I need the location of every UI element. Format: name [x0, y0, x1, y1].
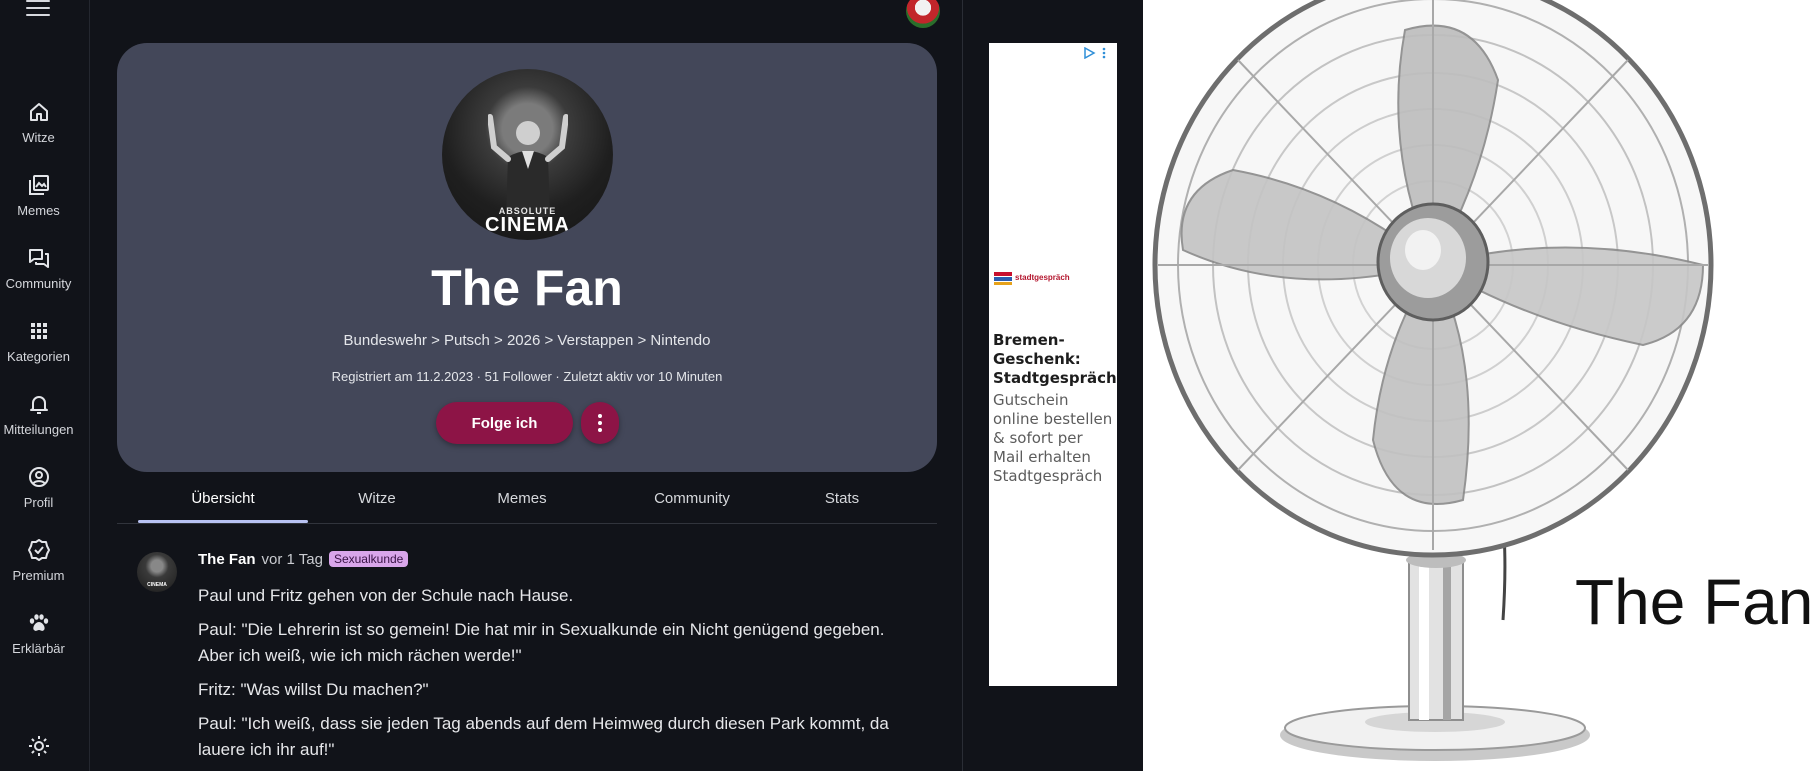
sidebar: Witze Memes Community Kategorien Mitteil…: [0, 0, 90, 771]
sidebar-item-label: Community: [5, 276, 72, 291]
profile-icon: [28, 467, 49, 487]
more-vert-icon: [598, 428, 602, 432]
profile-tabs: Übersicht Witze Memes Community Stats: [117, 478, 937, 524]
desk-fan-illustration: [1152, 0, 1714, 761]
follow-button[interactable]: Folge ich: [436, 402, 573, 444]
tab-uebersicht[interactable]: Übersicht: [138, 490, 308, 507]
sidebar-item-label: Premium: [12, 568, 65, 583]
sidebar-item-label: Memes: [17, 203, 60, 218]
fan-caption: The Fan: [1575, 566, 1814, 638]
tab-community[interactable]: Community: [622, 490, 762, 507]
column-divider: [962, 0, 963, 771]
profile-card: ABSOLUTE CINEMA The Fan Bundeswehr > Put…: [117, 43, 937, 472]
post-author[interactable]: The Fan: [198, 551, 256, 568]
sidebar-item-label: Profil: [23, 495, 54, 510]
more-vert-icon: [598, 421, 602, 425]
profile-username: The Fan: [431, 260, 623, 316]
post-body: Paul und Fritz gehen von der Schule nach…: [198, 583, 918, 771]
ad-brand-logo: stadtgespräch: [993, 268, 1073, 290]
post-line: Paul: "Ich weiß, dass sie jeden Tag aben…: [198, 714, 889, 759]
post-line: Fritz: "Was willst Du machen?": [198, 680, 429, 699]
post-time: vor 1 Tag: [261, 551, 323, 568]
sidebar-item-label: Erklärbär: [12, 641, 65, 656]
paw-icon: [29, 614, 48, 631]
ad-logo-icon: [994, 272, 1012, 285]
post-line: Paul und Fritz gehen von der Schule nach…: [198, 586, 574, 605]
active-tab-indicator: [138, 520, 308, 523]
verified-icon: [27, 539, 50, 561]
home-icon: [29, 103, 48, 121]
ad-logo-text: stadtgespräch: [1015, 273, 1070, 282]
sidebar-item-label: Kategorien: [7, 349, 70, 364]
profile-avatar: ABSOLUTE CINEMA: [442, 69, 613, 240]
advertisement[interactable]: stadtgespräch Bremen-Geschenk: Stadtgesp…: [989, 43, 1117, 686]
hamburger-menu-icon[interactable]: [26, 0, 50, 18]
post-line: Paul: "Die Lehrerin ist so gemein! Die h…: [198, 620, 885, 665]
fan-image-panel: The Fan: [1143, 0, 1818, 771]
more-options-button[interactable]: [581, 402, 619, 444]
forum-icon: [28, 249, 49, 268]
avatar-person-illustration: [487, 114, 568, 217]
post-header: The Fan vor 1 Tag Sexualkunde: [198, 551, 409, 568]
tab-memes[interactable]: Memes: [472, 490, 572, 507]
sidebar-item-label: Mitteilungen: [3, 422, 74, 437]
sidebar-item-erklaerbaer[interactable]: Erklärbär: [0, 611, 77, 656]
more-vert-icon: [598, 414, 602, 418]
post-category-tag[interactable]: Sexualkunde: [328, 551, 409, 567]
adchoices-icon[interactable]: [1083, 47, 1109, 59]
sidebar-item-premium[interactable]: Premium: [0, 538, 77, 583]
sidebar-item-mitteilungen[interactable]: Mitteilungen: [0, 392, 77, 437]
profile-bio: Bundeswehr > Putsch > 2026 > Verstappen …: [343, 332, 711, 349]
ad-text: Gutschein online bestellen & sofort per …: [993, 391, 1113, 485]
sidebar-item-community[interactable]: Community: [0, 246, 77, 291]
sidebar-item-kategorien[interactable]: Kategorien: [0, 319, 77, 364]
profile-meta: Registriert am 11.2.2023 · 51 Follower ·…: [331, 369, 723, 384]
current-user-avatar[interactable]: [906, 0, 940, 28]
post-avatar-caption: CINEMA: [147, 582, 167, 588]
tab-witze[interactable]: Witze: [327, 490, 427, 507]
tab-stats[interactable]: Stats: [797, 490, 887, 507]
grid-icon: [30, 323, 47, 339]
sidebar-item-witze[interactable]: Witze: [0, 100, 77, 145]
avatar-caption-big: CINEMA: [485, 214, 570, 236]
page: Witze Memes Community Kategorien Mitteil…: [0, 0, 1818, 771]
sidebar-item-memes[interactable]: Memes: [0, 173, 77, 218]
post-author-avatar[interactable]: CINEMA: [137, 552, 177, 592]
sidebar-item-label: Witze: [22, 130, 55, 145]
ad-title[interactable]: Bremen-Geschenk: Stadtgespräch: [993, 331, 1117, 388]
gallery-icon: [28, 175, 49, 195]
bell-icon: [29, 396, 48, 414]
sidebar-item-profil[interactable]: Profil: [0, 465, 77, 510]
theme-toggle-sun-icon[interactable]: [27, 734, 51, 758]
